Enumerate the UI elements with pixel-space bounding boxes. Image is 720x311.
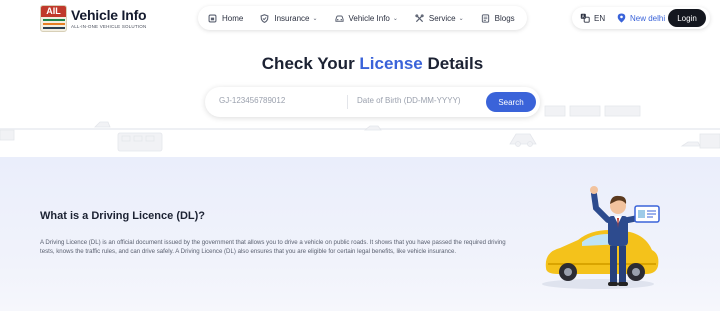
shield-icon (260, 13, 269, 23)
utility-bar: A EN New delhi Login (572, 7, 710, 29)
tools-icon (415, 13, 424, 22)
language-selector[interactable]: A EN (580, 13, 605, 23)
blog-icon (481, 13, 489, 23)
chevron-down-icon: ⌄ (312, 15, 318, 22)
logo-badge-text: AIL (41, 6, 66, 17)
date-of-birth-input[interactable]: Date of Birth (DD-MM-YYYY) (357, 96, 461, 105)
nav-label: Insurance (274, 13, 310, 23)
svg-text:A: A (582, 14, 585, 19)
man-with-car-illustration (542, 186, 660, 289)
section-title: What is a Driving Licence (DL)? (40, 210, 206, 222)
nav-item-insurance[interactable]: Insurance ⌄ (260, 13, 318, 23)
nav-label: Service (428, 13, 456, 23)
page-title: Check Your License Details (261, 54, 484, 73)
city-label: New delhi (630, 13, 666, 23)
login-button[interactable]: Login (668, 9, 706, 27)
city-selector[interactable]: New delhi (617, 13, 665, 23)
brand-name: Vehicle Info (71, 7, 147, 23)
chevron-down-icon: ⌄ (458, 15, 464, 22)
nav-item-home[interactable]: Home (208, 14, 243, 23)
language-label: EN (594, 13, 606, 23)
nav-label: Blogs (494, 13, 515, 23)
nav-item-vehicle-info[interactable]: Vehicle Info ⌄ (334, 13, 398, 23)
chevron-down-icon: ⌄ (392, 15, 398, 22)
brand-logo[interactable]: AIL Vehicle Info ALL-IN-ONE VEHICLE SOLU… (40, 5, 147, 32)
home-icon (208, 14, 217, 22)
license-number-input[interactable]: GJ-123456789012 (219, 96, 285, 105)
section-body: A Driving Licence (DL) is an official do… (40, 239, 506, 255)
nav-item-service[interactable]: Service ⌄ (415, 14, 464, 23)
brand-tagline: ALL-IN-ONE VEHICLE SOLUTION (71, 24, 147, 29)
location-pin-icon (617, 13, 626, 23)
main-nav: Home Insurance ⌄ Vehicle Info ⌄ Service … (198, 6, 527, 30)
translate-icon: A (580, 13, 590, 23)
search-divider (347, 95, 348, 109)
logo-badge-icon: AIL (40, 5, 67, 32)
nav-label: Home (222, 13, 244, 23)
nav-label: Vehicle Info (348, 13, 390, 23)
nav-item-blogs[interactable]: Blogs (481, 14, 515, 23)
car-icon (334, 14, 344, 22)
license-search-bar: GJ-123456789012 Date of Birth (DD-MM-YYY… (205, 87, 540, 117)
search-button[interactable]: Search (486, 92, 536, 112)
